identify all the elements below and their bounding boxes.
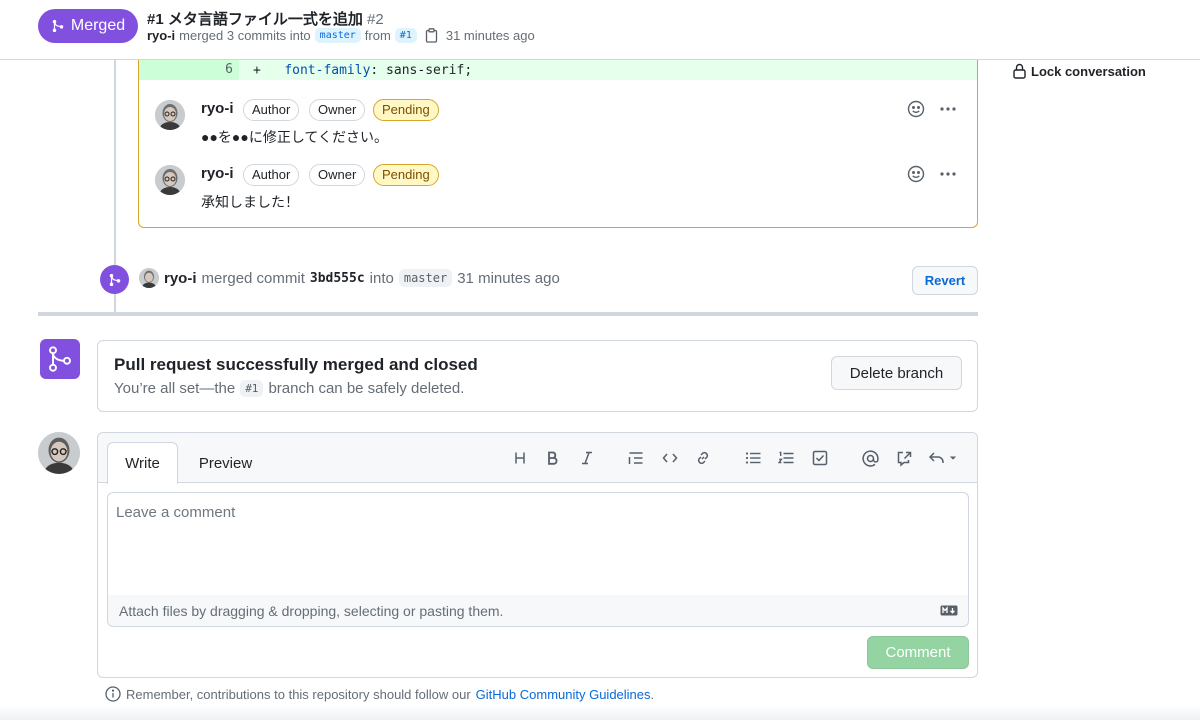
revert-button[interactable]: Revert [912,266,978,295]
heading-icon[interactable] [509,447,531,469]
comment-form-header: Write Preview [98,433,977,484]
page-title: #1 メタ言語ファイル一式を追加 #2 [147,8,384,29]
merge-status-box: Pull request successfully merged and clo… [97,340,978,412]
pr-number: #2 [367,11,384,28]
head-branch-label[interactable]: #1 [394,28,417,43]
base-branch-label[interactable]: master [314,28,361,43]
diff-line-number[interactable]: 6 [139,60,239,80]
pr-merged-time: 31 minutes ago [445,28,535,43]
pr-meta-text: merged 3 commits into [179,28,311,43]
author-badge: Author [243,164,300,186]
merge-status-text-post: branch can be safely deleted. [268,380,465,397]
pr-header: Merged #1 メタ言語ファイル一式を追加 #2 ryo-i merged … [0,0,1200,60]
info-icon [105,686,121,702]
avatar[interactable] [155,165,185,195]
comment-submit-button[interactable]: Comment [867,636,969,669]
add-reaction-icon[interactable] [907,100,925,118]
lock-conversation-button[interactable]: Lock conversation [1013,63,1146,79]
timeline-divider [38,312,978,316]
pr-ref: #1 [147,11,164,28]
review-thread: 6 + font-family: sans-serif; ryo-i Autho… [138,60,978,228]
mention-icon[interactable] [859,447,881,469]
task-list-icon[interactable] [809,447,831,469]
bulleted-list-icon[interactable] [742,447,764,469]
merged-state-badge: Merged [38,9,138,43]
comment-author[interactable]: ryo-i [201,100,234,117]
add-reaction-icon[interactable] [907,165,925,183]
merge-status-subtitle: You’re all set—the #1 branch can be safe… [114,380,464,397]
lock-conversation-label: Lock conversation [1031,63,1146,79]
more-options-icon[interactable] [939,102,957,116]
comment-body: 承知しました！ [201,194,299,210]
merge-author[interactable]: ryo-i [164,270,197,287]
attach-files-area[interactable]: Attach files by dragging & dropping, sel… [107,595,969,627]
git-merge-icon [108,273,122,287]
bottom-fade [0,706,1200,720]
merge-event: ryo-i merged commit 3bd555c into master … [139,268,560,288]
bold-icon[interactable] [542,447,564,469]
diff-property: font-family [284,62,371,78]
saved-replies-icon[interactable] [926,447,960,469]
merge-status-text-pre: You’re all set—the [114,380,236,397]
diff-marker: + [253,62,261,78]
numbered-list-icon[interactable] [775,447,797,469]
community-guidelines-link[interactable]: GitHub Community Guidelines [476,687,651,702]
avatar[interactable] [155,100,185,130]
comment-author[interactable]: ryo-i [201,165,234,182]
comment-body: ●●を●●に修正してください。 [201,129,388,145]
merge-into-text: into [369,269,394,287]
merge-status-title: Pull request successfully merged and clo… [114,355,478,374]
pr-from-text: from [364,28,391,43]
current-user-avatar[interactable] [38,432,80,474]
diff-line: 6 + font-family: sans-serif; [139,60,977,80]
merge-event-text: merged commit [201,269,305,287]
pr-author-link[interactable]: ryo-i [147,28,175,43]
merge-branch-label[interactable]: master [398,269,453,287]
comment-textarea[interactable] [107,492,969,596]
lock-icon [1013,63,1026,79]
commit-sha-link[interactable]: 3bd555c [310,271,365,286]
tab-write[interactable]: Write [107,442,178,484]
code-icon[interactable] [659,447,681,469]
pending-badge: Pending [373,164,439,186]
more-options-icon[interactable] [939,167,957,181]
copy-icon[interactable] [425,28,438,43]
git-merge-icon [46,345,74,373]
quote-icon[interactable] [625,447,647,469]
review-comment: ryo-i Author Owner Pending 承知しました！ [155,164,965,225]
attach-files-hint: Attach files by dragging & dropping, sel… [119,603,504,619]
cross-reference-icon[interactable] [893,447,915,469]
author-badge: Author [243,99,300,121]
pr-title-text: メタ言語ファイル一式を追加 [167,11,363,28]
guidelines-end: . [650,686,655,702]
merged-status-icon [40,339,80,379]
guidelines-text: Remember, contributions to this reposito… [126,686,471,702]
owner-badge: Owner [309,164,366,186]
git-merge-icon [51,19,65,33]
merge-event-badge [100,265,129,294]
diff-value: : sans-serif; [370,62,473,78]
italic-icon[interactable] [576,447,598,469]
link-icon[interactable] [692,447,714,469]
diff-code: + font-family: sans-serif; [239,63,472,78]
delete-branch-button[interactable]: Delete branch [831,356,962,390]
review-comment: ryo-i Author Owner Pending ●●を●●に修正してくださ… [155,99,965,160]
avatar[interactable] [139,268,159,288]
comment-form: Write Preview Attach files by dragging &… [97,432,978,678]
head-branch-label[interactable]: #1 [240,380,264,397]
community-guidelines-note: Remember, contributions to this reposito… [105,686,654,702]
owner-badge: Owner [309,99,366,121]
pending-badge: Pending [373,99,439,121]
markdown-icon[interactable] [940,605,958,616]
state-label: Merged [70,17,126,34]
merge-time[interactable]: 31 minutes ago [457,270,560,287]
pr-meta: ryo-i merged 3 commits into master from … [147,28,535,43]
tab-preview[interactable]: Preview [188,442,263,484]
